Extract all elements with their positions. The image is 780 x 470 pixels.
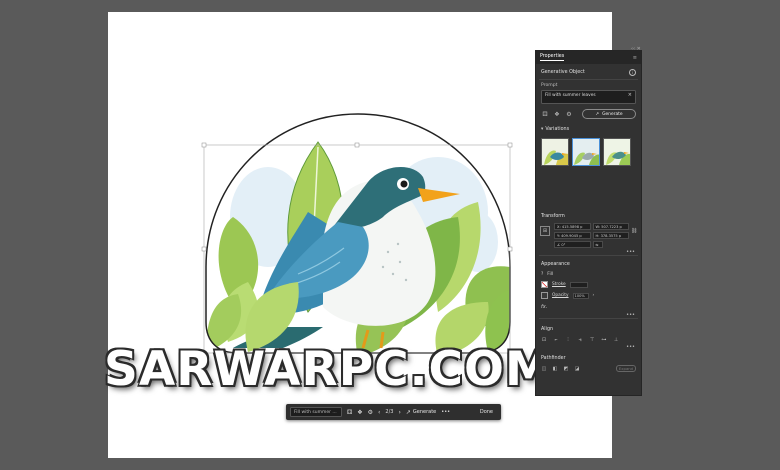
angle-field[interactable]: ∠ 0° (554, 241, 591, 248)
variation-thumbnail-3[interactable] (603, 138, 631, 166)
generate-button-label: Generate (602, 111, 623, 117)
appearance-header: Appearance (536, 256, 641, 270)
generate-button[interactable]: ↗ Generate (582, 109, 636, 119)
opacity-swatch[interactable] (541, 292, 548, 299)
taskbar-generate-label: Generate (412, 409, 437, 415)
align-center-icon[interactable]: ⫶ (565, 337, 571, 343)
reference-point-icon[interactable]: ⊞ (540, 226, 550, 236)
effects-icon[interactable]: ❖ (357, 409, 362, 416)
taskbar-generate-button[interactable]: ↗ Generate (406, 409, 436, 416)
variations-label: Variations (545, 127, 570, 132)
align-header: Align (536, 319, 641, 335)
properties-panel: Properties ≡ Generative Object i Prompt … (535, 50, 642, 396)
chevron-down-icon: ▾ (541, 127, 544, 132)
panel-menu-icon[interactable]: ≡ (633, 55, 637, 61)
done-button[interactable]: Done (480, 409, 493, 415)
align-left-icon[interactable]: ⫦ (553, 337, 559, 343)
prompt-input[interactable]: Fill with summer leaves × (541, 90, 636, 104)
style-reference-icon[interactable]: ⚃ (347, 409, 352, 416)
contextual-taskbar: Fill with summer ... ⚃ ❖ ⚙ ‹ 2/3 › ↗ Gen… (286, 404, 501, 420)
y-value: 409.9045 p (561, 234, 582, 238)
variation-thumbnail-1[interactable] (541, 138, 569, 166)
transform-header: Transform (536, 210, 641, 221)
prompt-text: Fill with summer leaves (545, 93, 596, 98)
variation-page-indicator: 2/3 (385, 409, 394, 415)
align-top-icon[interactable]: ⊤ (589, 337, 595, 343)
tab-properties[interactable]: Properties (540, 54, 565, 61)
watermark-text: SARWARPC.COM (104, 342, 553, 397)
fill-unknown-icon[interactable]: ? (541, 272, 543, 277)
variation-thumbnail-2[interactable] (572, 138, 600, 166)
angle-value: 0° (561, 243, 566, 247)
shear-field[interactable]: ⇋ (592, 241, 603, 248)
clear-icon[interactable]: × (628, 93, 632, 98)
intersect-icon[interactable]: ◩ (563, 366, 569, 372)
stroke-weight-field[interactable] (569, 281, 588, 288)
minus-front-icon[interactable]: ◧ (552, 366, 558, 372)
expand-button[interactable]: Expand (616, 365, 636, 372)
w-field[interactable]: W: 507.7223 p (592, 223, 629, 230)
opacity-dropdown-icon[interactable]: › (593, 293, 595, 298)
transform-fields: ⊞ X: 415.5898 p W: 507.7223 p ⛓ Y: 409.9… (536, 221, 641, 250)
info-icon[interactable]: i (629, 69, 636, 76)
stroke-row: Stroke (536, 279, 641, 290)
align-title: Align (541, 327, 554, 332)
generate-row: ⚃ ❖ ⚙ ↗ Generate (536, 104, 641, 124)
y-field[interactable]: Y: 409.9045 p (554, 232, 591, 239)
chevron-right-icon[interactable]: › (398, 409, 400, 416)
align-right-icon[interactable]: ⫣ (577, 337, 583, 343)
variations-header[interactable]: ▾ Variations (536, 124, 641, 135)
align-bottom-icon[interactable]: ⊥ (613, 337, 619, 343)
object-type-row: Generative Object i (536, 64, 641, 79)
style-reference-icon[interactable]: ⚃ (541, 110, 549, 118)
opacity-row: Opacity 100% › (536, 290, 641, 301)
effects-icon[interactable]: ❖ (553, 110, 561, 118)
align-to-icon[interactable]: ⊡ (541, 337, 547, 343)
h-value: 378.3575 p (600, 234, 622, 238)
opacity-field[interactable]: 100% (572, 292, 589, 299)
opacity-label[interactable]: Opacity (552, 293, 569, 298)
panel-header: Properties ≡ (536, 51, 641, 64)
taskbar-more-icon[interactable]: ••• (441, 409, 450, 415)
pathfinder-buttons: ◫ ◧ ◩ ◪ Expand (536, 363, 641, 374)
pathfinder-title: Pathfinder (541, 356, 566, 361)
transform-title: Transform (541, 214, 565, 219)
variations-list (536, 135, 641, 166)
settings-gear-icon[interactable]: ⚙ (368, 409, 373, 416)
taskbar-prompt-input[interactable]: Fill with summer ... (290, 407, 342, 417)
settings-gear-icon[interactable]: ⚙ (565, 110, 573, 118)
h-field[interactable]: H: 378.3575 p (592, 232, 629, 239)
fill-row: ? Fill (536, 270, 641, 279)
exclude-icon[interactable]: ◪ (574, 366, 580, 372)
constrain-link-icon[interactable]: ⛓ (631, 228, 637, 234)
align-middle-icon[interactable]: ⊶ (601, 337, 607, 343)
chevron-left-icon[interactable]: ‹ (378, 409, 380, 416)
generate-icon: ↗ (405, 408, 411, 416)
x-field[interactable]: X: 415.5898 p (554, 223, 591, 230)
stroke-label[interactable]: Stroke (552, 282, 566, 287)
fill-label: Fill (547, 272, 554, 277)
w-value: 507.7223 p (601, 225, 622, 229)
pathfinder-header: Pathfinder (536, 350, 641, 363)
object-type-label: Generative Object (541, 70, 585, 75)
generate-icon: ↗ (595, 111, 600, 117)
x-value: 415.5898 p (561, 225, 583, 229)
stroke-swatch[interactable] (541, 281, 548, 288)
appearance-title: Appearance (541, 262, 570, 267)
prompt-label: Prompt (541, 83, 558, 88)
unite-icon[interactable]: ◫ (541, 366, 547, 372)
